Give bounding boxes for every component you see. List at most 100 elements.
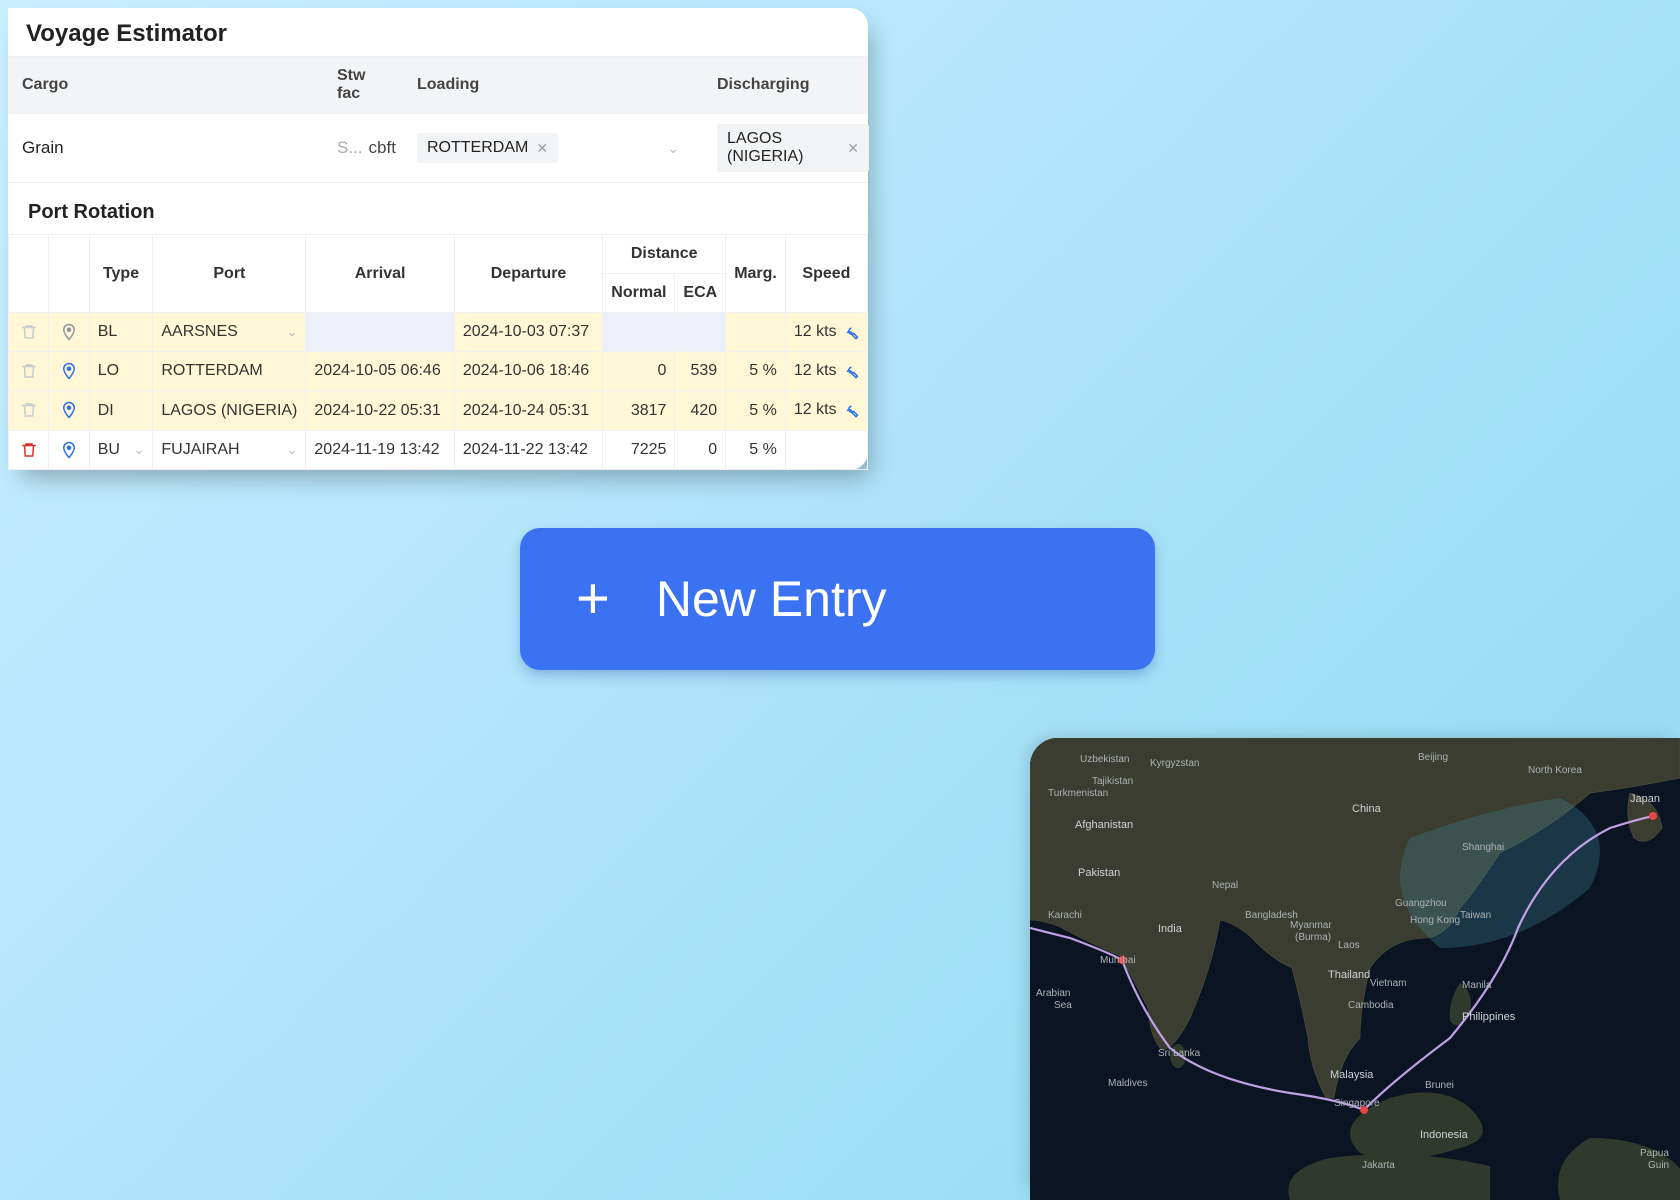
table-row: BLAARSNES⌄ 2024-10-03 07:37 12 kts xyxy=(9,313,868,352)
map-label: Guin xyxy=(1648,1160,1669,1171)
cargo-name[interactable]: Grain xyxy=(8,128,323,168)
map-label: Maldives xyxy=(1108,1078,1147,1089)
locate-row-button[interactable] xyxy=(49,313,89,352)
th-distance: Distance xyxy=(603,235,726,274)
margin-cell[interactable]: 5 % xyxy=(726,430,786,469)
loading-tag[interactable]: ROTTERDAM ✕ xyxy=(417,133,558,163)
arrival-cell[interactable]: 2024-10-22 05:31 xyxy=(306,391,454,430)
port-cell[interactable]: FUJAIRAH⌄ xyxy=(153,430,306,469)
map-label: Papua xyxy=(1640,1148,1669,1159)
map-label: Turkmenistan xyxy=(1048,788,1108,799)
locate-row-button[interactable] xyxy=(49,352,89,391)
arrival-cell[interactable]: 2024-11-19 13:42 xyxy=(306,430,454,469)
trash-icon xyxy=(20,323,38,340)
loading-cell[interactable]: ROTTERDAM ✕ ⌄ xyxy=(403,123,703,173)
delete-row-button[interactable] xyxy=(9,313,49,352)
speed-cell[interactable]: 12 kts xyxy=(785,313,867,352)
type-cell[interactable]: BU⌄ xyxy=(89,430,153,469)
port-cell[interactable]: AARSNES⌄ xyxy=(153,313,306,352)
delete-row-button[interactable] xyxy=(9,352,49,391)
speed-cell[interactable] xyxy=(785,430,867,469)
new-entry-button[interactable]: + New Entry xyxy=(520,528,1155,670)
arrival-cell[interactable]: 2024-10-05 06:46 xyxy=(306,352,454,391)
map-pin-icon xyxy=(60,402,78,419)
margin-cell[interactable]: 5 % xyxy=(726,391,786,430)
map-label: Sea xyxy=(1054,1000,1072,1011)
type-cell[interactable]: LO xyxy=(89,352,153,391)
map-label: Karachi xyxy=(1048,910,1082,921)
chevron-down-icon[interactable]: ⌄ xyxy=(667,140,689,157)
wrench-icon[interactable] xyxy=(841,362,859,379)
arrival-cell[interactable] xyxy=(306,313,454,352)
wrench-icon[interactable] xyxy=(841,402,859,419)
map-port-marker[interactable] xyxy=(1649,812,1657,820)
trash-icon xyxy=(20,441,38,458)
cargo-header-row: Cargo Stw fac Loading Discharging xyxy=(8,56,868,114)
port-cell[interactable]: LAGOS (NIGERIA) xyxy=(153,391,306,430)
chevron-down-icon[interactable]: ⌄ xyxy=(133,442,144,458)
margin-cell[interactable] xyxy=(726,313,786,352)
th-speed: Speed xyxy=(785,235,867,313)
distance-eca-cell: 0 xyxy=(675,430,726,469)
trash-icon xyxy=(20,362,38,379)
map-label: Sri Lanka xyxy=(1158,1048,1201,1059)
close-icon[interactable]: ✕ xyxy=(536,140,548,157)
type-cell[interactable]: BL xyxy=(89,313,153,352)
chevron-down-icon[interactable]: ⌄ xyxy=(286,324,297,340)
wrench-icon[interactable] xyxy=(841,323,859,340)
departure-cell[interactable]: 2024-10-03 07:37 xyxy=(454,313,602,352)
map-label: Japan xyxy=(1630,793,1660,805)
distance-normal-cell: 0 xyxy=(603,352,675,391)
chevron-down-icon[interactable]: ⌄ xyxy=(286,442,297,458)
margin-cell[interactable]: 5 % xyxy=(726,352,786,391)
map-label: Laos xyxy=(1338,940,1360,951)
map-pin-icon xyxy=(60,323,78,340)
header-discharging: Discharging xyxy=(703,66,883,104)
map-label: Cambodia xyxy=(1348,1000,1394,1011)
distance-normal-cell: 7225 xyxy=(603,430,675,469)
trash-icon xyxy=(20,402,38,419)
delete-row-button[interactable] xyxy=(9,391,49,430)
departure-cell[interactable]: 2024-10-06 18:46 xyxy=(454,352,602,391)
map-label: Vietnam xyxy=(1370,978,1407,989)
map-label: Brunei xyxy=(1425,1080,1454,1091)
map-label: Mumbai xyxy=(1100,955,1136,966)
port-cell[interactable]: ROTTERDAM xyxy=(153,352,306,391)
map-label: China xyxy=(1352,803,1382,815)
distance-eca-cell: 539 xyxy=(675,352,726,391)
discharging-tag[interactable]: LAGOS (NIGERIA) ✕ xyxy=(717,124,869,172)
new-entry-label: New Entry xyxy=(656,570,887,628)
voyage-estimator-card: Voyage Estimator Cargo Stw fac Loading D… xyxy=(8,8,868,470)
th-type: Type xyxy=(89,235,153,313)
departure-cell[interactable]: 2024-11-22 13:42 xyxy=(454,430,602,469)
map-label: Myanmar xyxy=(1290,920,1332,931)
map-label: Nepal xyxy=(1212,880,1238,891)
stw-fac-cell[interactable]: S... cbft xyxy=(323,128,403,168)
locate-row-button[interactable] xyxy=(49,430,89,469)
map-label: India xyxy=(1158,923,1183,935)
map-label: Thailand xyxy=(1328,969,1370,981)
route-map[interactable]: UzbekistanKyrgyzstanTajikistanTurkmenist… xyxy=(1030,738,1680,1200)
th-normal: Normal xyxy=(603,274,675,313)
map-label: Guangzhou xyxy=(1395,898,1447,909)
speed-cell[interactable]: 12 kts xyxy=(785,352,867,391)
map-label: Malaysia xyxy=(1330,1069,1374,1081)
delete-row-button[interactable] xyxy=(9,430,49,469)
departure-cell[interactable]: 2024-10-24 05:31 xyxy=(454,391,602,430)
th-port: Port xyxy=(153,235,306,313)
map-pin-icon xyxy=(60,441,78,458)
map-label: Tajikistan xyxy=(1092,776,1133,787)
discharging-cell[interactable]: LAGOS (NIGERIA) ✕ xyxy=(703,114,883,182)
map-label: Arabian xyxy=(1036,988,1070,999)
map-label: Uzbekistan xyxy=(1080,754,1129,765)
speed-cell[interactable]: 12 kts xyxy=(785,391,867,430)
map-label: Pakistan xyxy=(1078,867,1120,879)
close-icon[interactable]: ✕ xyxy=(847,140,859,157)
type-cell[interactable]: DI xyxy=(89,391,153,430)
map-pin-icon xyxy=(60,362,78,379)
distance-eca-cell: 420 xyxy=(675,391,726,430)
header-stwfac: Stw fac xyxy=(323,57,403,113)
map-label: Beijing xyxy=(1418,752,1448,763)
th-eca: ECA xyxy=(675,274,726,313)
locate-row-button[interactable] xyxy=(49,391,89,430)
